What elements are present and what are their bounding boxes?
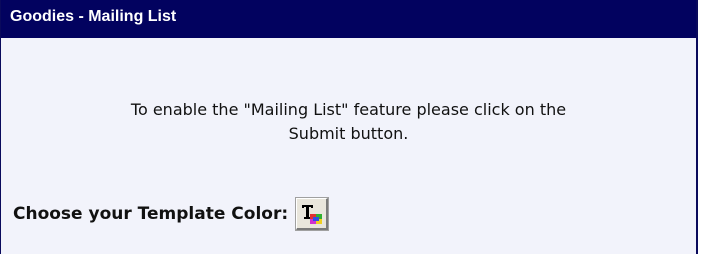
template-color-row: Choose your Template Color: bbox=[13, 198, 329, 230]
enable-message-line-2: Submit button. bbox=[288, 124, 409, 143]
panel-header: Goodies - Mailing List bbox=[1, 0, 696, 38]
template-color-icon bbox=[301, 204, 322, 224]
template-color-label: Choose your Template Color: bbox=[13, 204, 289, 224]
panel-title: Goodies - Mailing List bbox=[10, 8, 177, 25]
enable-message-line-1: To enable the "Mailing List" feature ple… bbox=[130, 100, 567, 119]
enable-message: To enable the "Mailing List" feature ple… bbox=[1, 98, 696, 146]
mailing-list-panel: Goodies - Mailing List To enable the "Ma… bbox=[0, 0, 698, 254]
template-color-button[interactable] bbox=[296, 198, 329, 230]
